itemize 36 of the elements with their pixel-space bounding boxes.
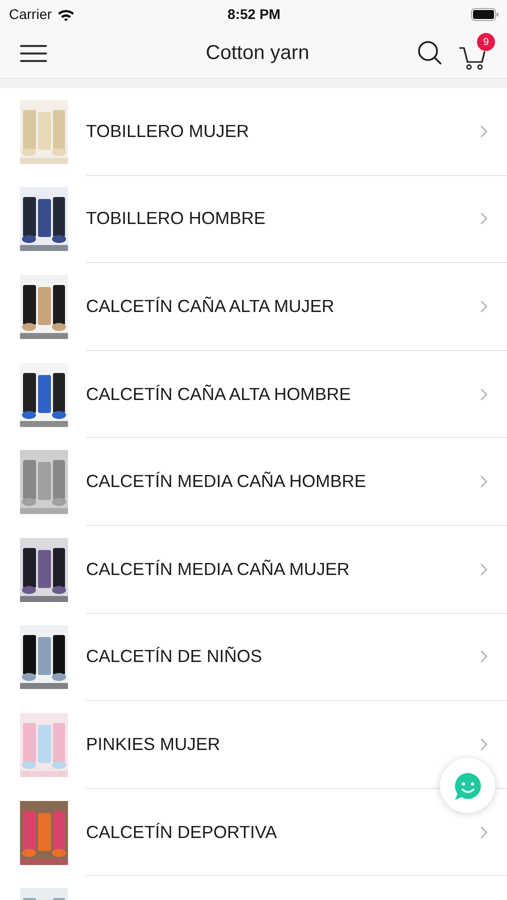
category-row[interactable]: CALCETÍN DE NIÑOS (0, 614, 507, 702)
category-label: CALCETÍN MEDIA CAÑA HOMBRE (86, 471, 368, 492)
cart-button[interactable]: 9 (459, 33, 495, 73)
category-label: TOBILLERO MUJER (86, 120, 250, 142)
category-row[interactable]: TOBILLERO MUJER (0, 88, 507, 176)
category-label: CALCETÍN DEPORTIVA (86, 822, 278, 843)
battery-icon (470, 8, 499, 20)
category-row[interactable]: TOBILLERO HOMBRE (0, 176, 507, 264)
clock-time: 8:52 PM (228, 6, 280, 22)
category-row[interactable]: CALCETÍN CAÑA ALTA MUJER (0, 263, 507, 351)
category-label: CALCETÍN CAÑA ALTA HOMBRE (86, 384, 352, 405)
wifi-icon (56, 8, 75, 20)
category-row[interactable]: CALCETÍN MEDIA CAÑA MUJER (0, 526, 507, 614)
carrier-label: Carrier (9, 6, 52, 22)
category-row[interactable]: CALCETÍN MEDIA CAÑA HOMBRE (0, 438, 507, 526)
search-icon (417, 40, 443, 66)
menu-icon (20, 44, 47, 62)
chevron-right-icon (480, 475, 488, 488)
smiley-chat-icon (452, 770, 482, 800)
chevron-right-icon (480, 124, 488, 138)
chevron-right-icon (480, 738, 488, 751)
chevron-right-icon (480, 826, 488, 839)
category-label: CALCETÍN DE NIÑOS (86, 646, 263, 668)
category-label: CALCETÍN CAÑA ALTA MUJER (86, 296, 336, 317)
page-title: Cotton yarn (204, 42, 310, 64)
category-row[interactable]: CALCETÍN CAÑA ALTA HOMBRE (0, 350, 507, 438)
chevron-right-icon (480, 300, 488, 313)
cart-count-badge: 9 (477, 33, 495, 51)
chevron-right-icon (480, 562, 488, 576)
category-label: TOBILLERO HOMBRE (86, 208, 267, 230)
chevron-right-icon (480, 388, 488, 401)
search-button[interactable] (417, 40, 443, 66)
chevron-right-icon (480, 650, 488, 664)
category-label: PINKIES MUJER (86, 734, 222, 755)
chevron-right-icon (480, 212, 488, 226)
category-label: CALCETÍN MEDIA CAÑA MUJER (86, 558, 351, 580)
